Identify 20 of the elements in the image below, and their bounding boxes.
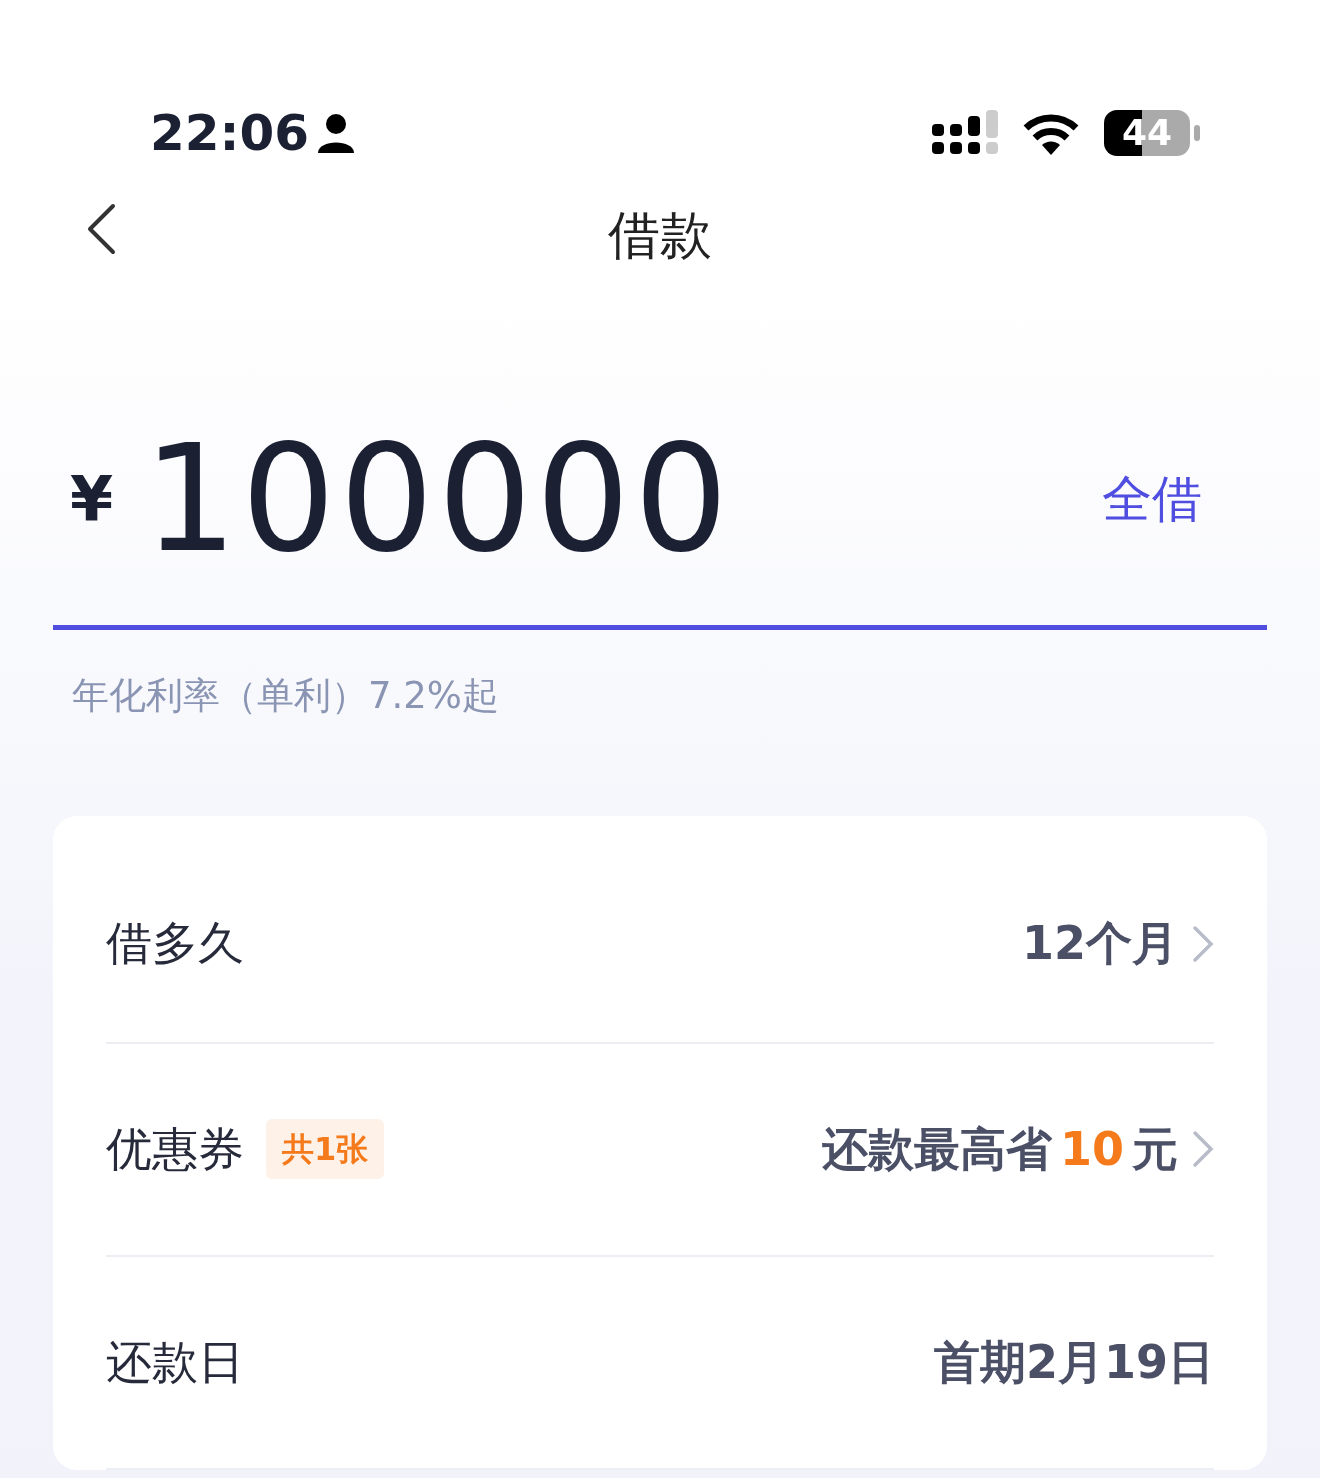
status-time: 22:06	[150, 107, 310, 158]
currency-symbol: ¥	[70, 461, 114, 538]
row-label: 优惠券	[106, 1120, 244, 1178]
page-title: 借款	[608, 204, 712, 267]
interest-rate-note: 年化利率（单利）7.2%起	[72, 673, 500, 719]
amount-input[interactable]: 100000	[143, 425, 733, 573]
back-icon[interactable]	[85, 203, 117, 255]
battery-cap-icon	[1194, 124, 1200, 141]
row-label: 还款日	[106, 1333, 244, 1391]
coupon-count-badge: 共1张	[266, 1119, 385, 1179]
option-row[interactable]: 借多久 12个月	[106, 845, 1214, 1044]
row-label: 借多久	[106, 915, 244, 972]
row-value: 还款最高省 10 元	[822, 1120, 1178, 1178]
person-icon	[317, 112, 356, 153]
row-value: 首期2月19日	[933, 1333, 1214, 1391]
option-row[interactable]: 优惠券 共1张 还款最高省 10 元	[106, 1043, 1214, 1257]
signal-icon	[932, 109, 998, 156]
borrow-all-link[interactable]: 全借	[1102, 461, 1202, 537]
option-row[interactable]: 还款日 首期2月19日	[106, 1256, 1214, 1470]
row-value: 12个月	[1022, 915, 1178, 972]
